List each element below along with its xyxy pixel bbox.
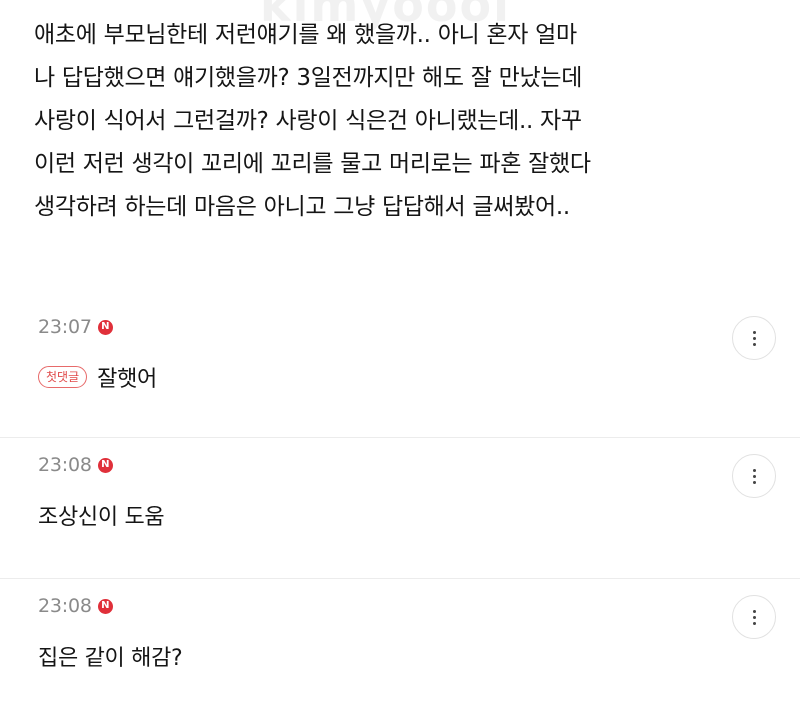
comment-more-button[interactable] [732, 316, 776, 360]
post-line: 이런 저런 생각이 꼬리에 꼬리를 물고 머리로는 파혼 잘했다 [34, 151, 591, 177]
comment-meta: 23:08 N [38, 454, 113, 476]
new-badge: N [97, 598, 113, 614]
post-line: 생각하려 하는데 마음은 아니고 그냥 답답해서 글써봤어.. [34, 194, 570, 220]
comment-time: 23:08 [38, 454, 92, 476]
comment-body: 첫댓글 잘햇어 [38, 361, 157, 393]
new-badge: N [97, 457, 113, 473]
comment-body: 조상신이 도움 [38, 499, 165, 531]
post-line: 사랑이 식어서 그런걸까? 사랑이 식은건 아니랬는데.. 자꾸 [34, 108, 582, 134]
comment-item: 23:08 N 집은 같이 해감? [0, 579, 800, 719]
comment-body: 집은 같이 해감? [38, 640, 183, 672]
more-vertical-icon [752, 329, 756, 347]
new-badge: N [97, 319, 113, 335]
post-line: 나 답답했으면 얘기했을까? 3일전까지만 해도 잘 만났는데 [34, 65, 583, 91]
comment-text: 집은 같이 해감? [38, 646, 183, 671]
comment-list: 23:07 N 첫댓글 잘햇어 23:08 N 조상신이 도움 23:08 N … [0, 300, 800, 719]
comment-text: 조상신이 도움 [38, 505, 165, 530]
comment-meta: 23:07 N [38, 316, 113, 338]
comment-more-button[interactable] [732, 454, 776, 498]
comment-time: 23:08 [38, 595, 92, 617]
more-vertical-icon [752, 608, 756, 626]
post-line: 애초에 부모님한테 저런얘기를 왜 했을까.. 아니 혼자 얼마 [34, 22, 577, 48]
post-body: 애초에 부모님한테 저런얘기를 왜 했을까.. 아니 혼자 얼마 나 답답했으면… [34, 14, 774, 229]
comment-more-button[interactable] [732, 595, 776, 639]
comment-text: 잘햇어 [97, 367, 157, 392]
first-comment-badge: 첫댓글 [38, 366, 88, 388]
comment-item: 23:08 N 조상신이 도움 [0, 438, 800, 579]
comment-item: 23:07 N 첫댓글 잘햇어 [0, 300, 800, 438]
comment-meta: 23:08 N [38, 595, 113, 617]
more-vertical-icon [752, 467, 756, 485]
comment-time: 23:07 [38, 316, 92, 338]
